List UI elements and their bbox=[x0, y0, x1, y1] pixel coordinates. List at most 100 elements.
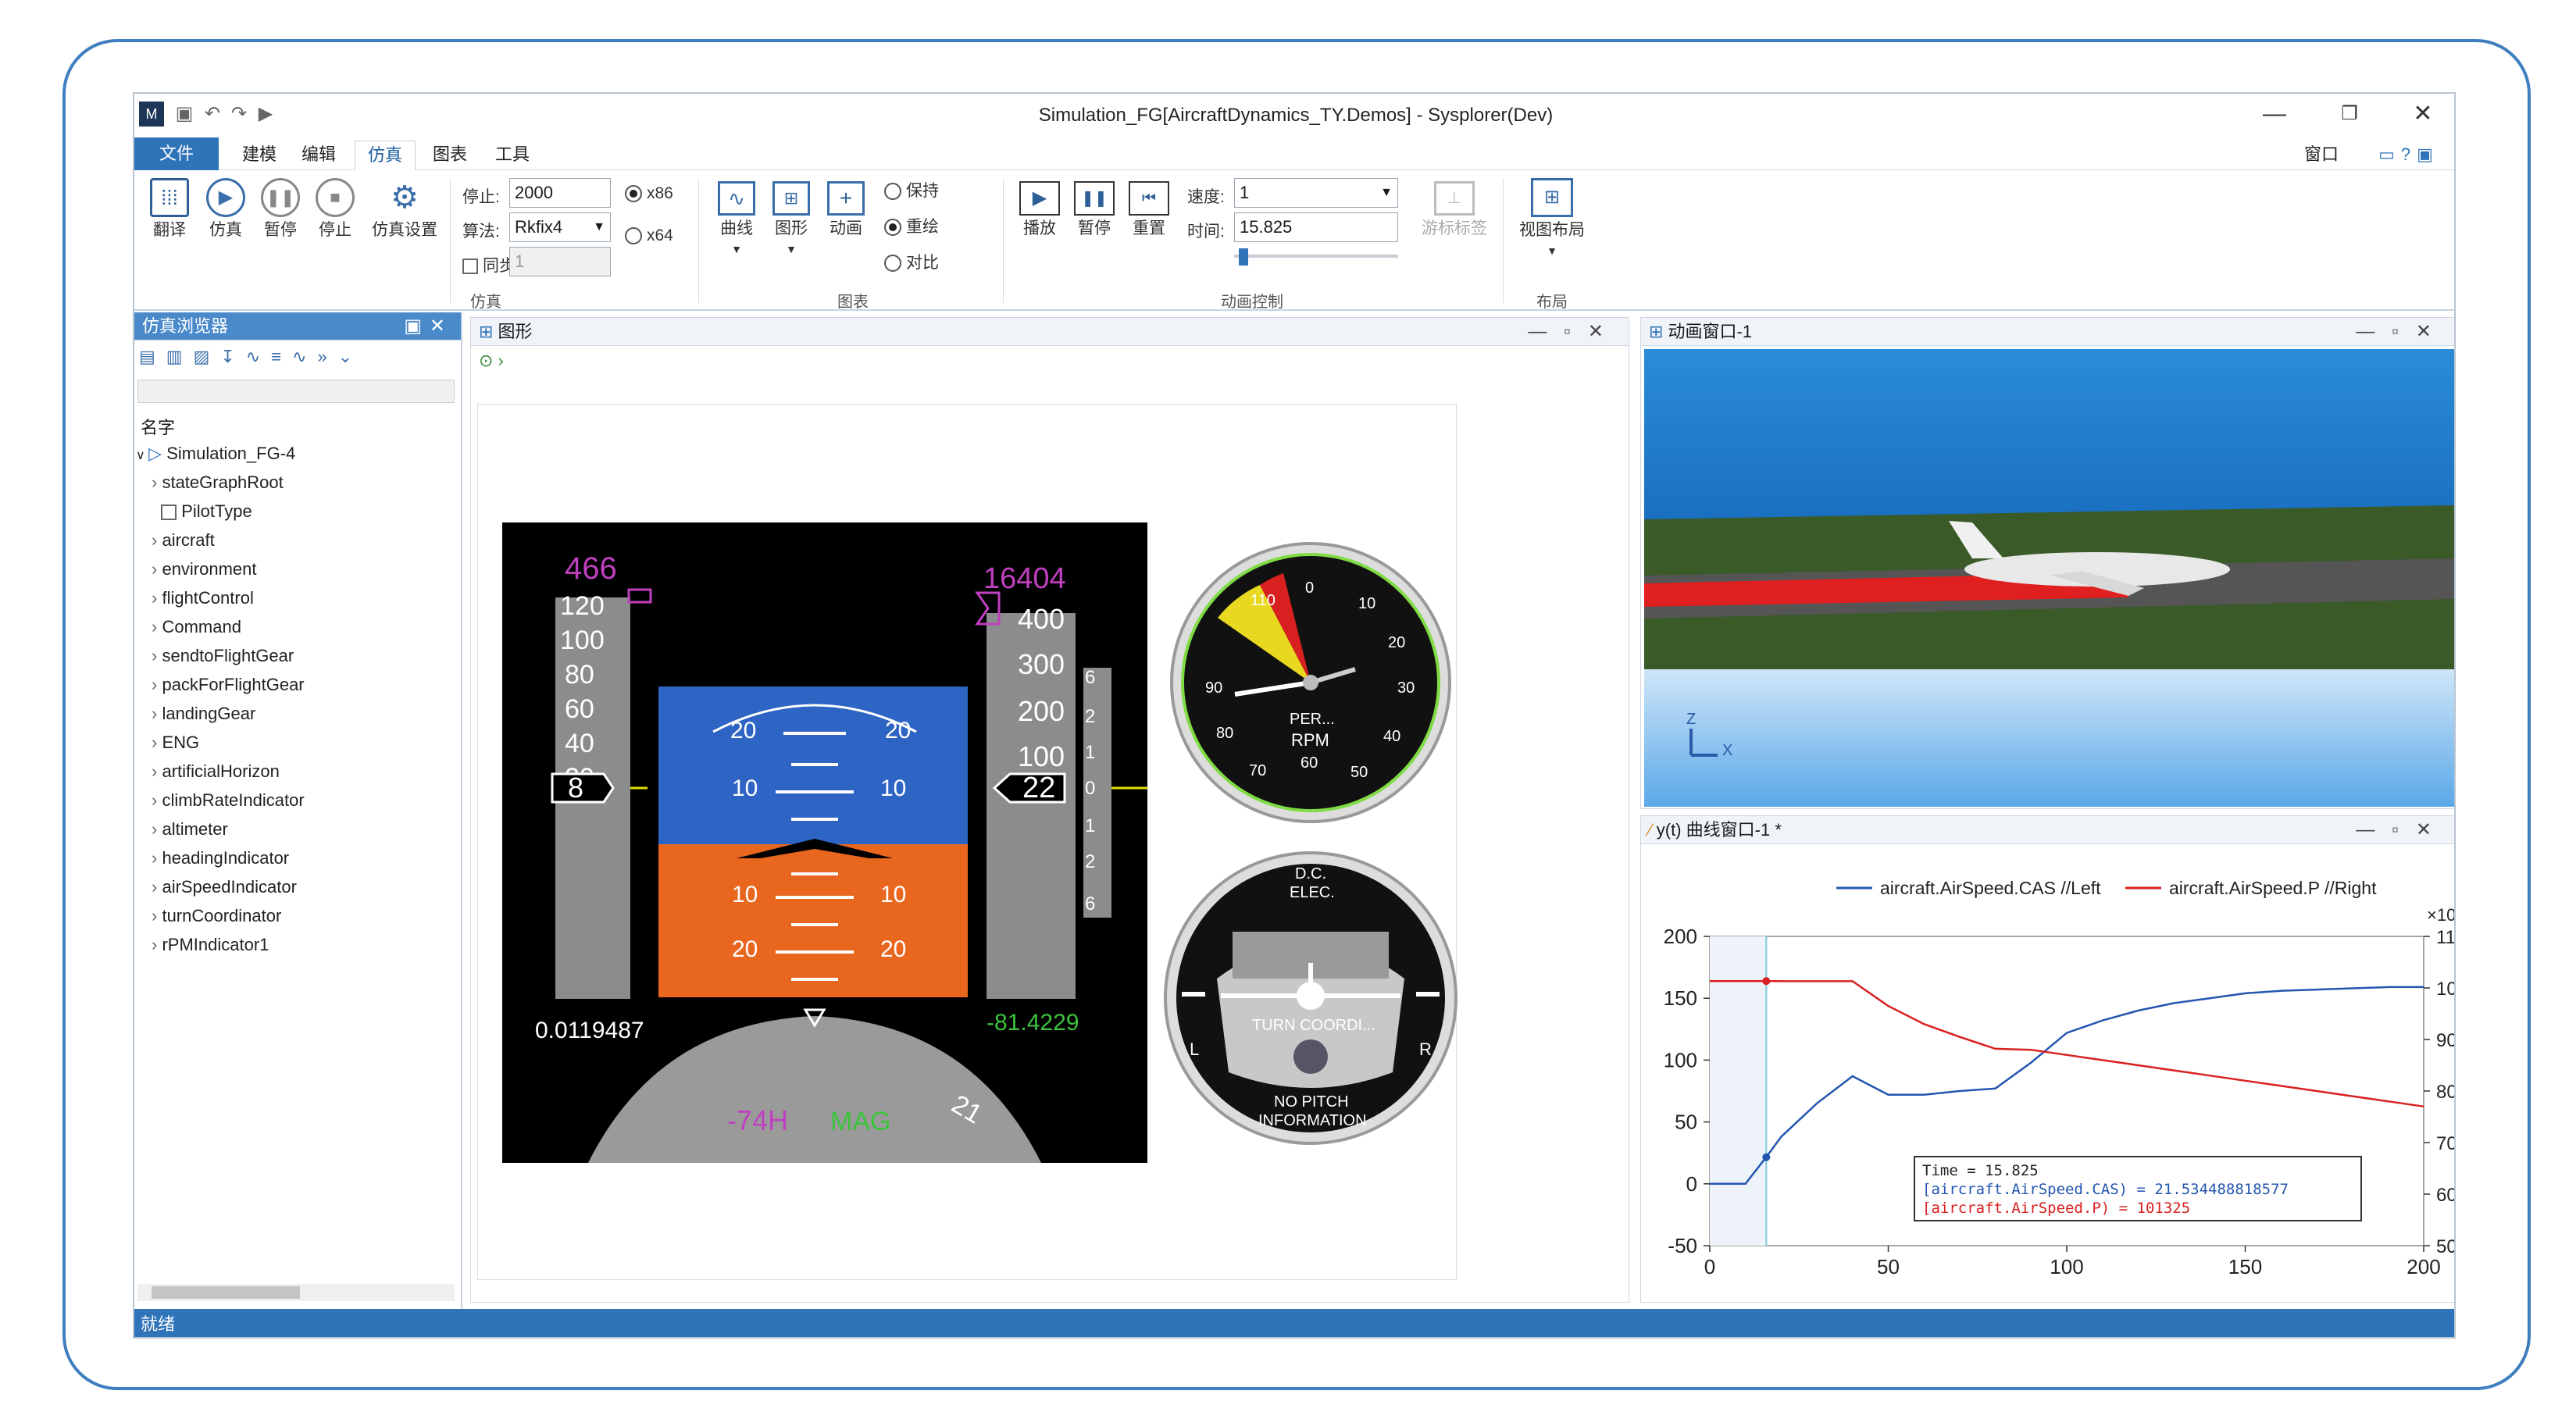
menu-edit[interactable]: 编辑 bbox=[294, 141, 344, 170]
panel-close-icon[interactable]: ▣✕ bbox=[404, 312, 453, 341]
list-item[interactable]: › ENG bbox=[152, 728, 305, 757]
heading-readout: -74H bbox=[727, 1104, 788, 1136]
x-tick-label: 150 bbox=[2228, 1255, 2262, 1278]
list-item[interactable]: › headingIndicator bbox=[152, 843, 305, 872]
view-layout-button[interactable]: ⊞ 视图布局 ▼ bbox=[1509, 178, 1595, 259]
turn-left: L bbox=[1190, 1039, 1199, 1059]
list-item[interactable]: › sendtoFlightGear bbox=[152, 641, 305, 670]
time-slider-thumb[interactable] bbox=[1239, 248, 1248, 266]
y-left-tick-label: 50 bbox=[1675, 1111, 1697, 1134]
restore-icon[interactable]: ❐ bbox=[2326, 98, 2373, 130]
menu-chart[interactable]: 图表 bbox=[425, 141, 475, 170]
y-right-tick-label: 100 bbox=[2436, 979, 2456, 1000]
list-item[interactable]: › flightControl bbox=[152, 583, 305, 612]
radio-keep[interactable]: 保持 bbox=[884, 178, 939, 201]
sync-checkbox[interactable]: 同步 bbox=[462, 253, 516, 276]
horizontal-scrollbar[interactable] bbox=[137, 1284, 455, 1301]
radio-off-icon bbox=[884, 255, 901, 273]
menu-file[interactable]: 文件 bbox=[134, 137, 219, 170]
curve-button[interactable]: ∿ 曲线 ▼ bbox=[711, 181, 762, 258]
tree-root[interactable]: ∨ ▷ Simulation_FG-4 bbox=[136, 439, 295, 468]
add-icon: ⊞ bbox=[1649, 322, 1668, 341]
graphic-panel: ⊞ 图形 —▫✕ ⊙ › 20 20 10 10 10 10 20 20 466… bbox=[470, 317, 1629, 1303]
curve-panel: ⁄ y(t) 曲线窗口-1 * —▫✕ 0 50 100 150 200 200 150 10… bbox=[1640, 815, 2456, 1303]
play-anim-button[interactable]: ▶ 播放 bbox=[1014, 181, 1065, 239]
algorithm-select[interactable]: Rkfix4 ▼ bbox=[509, 212, 611, 242]
radio-redraw[interactable]: 重绘 bbox=[884, 214, 939, 237]
simulate-button[interactable]: ▶ 仿真 bbox=[200, 178, 252, 241]
right-axis-scale: ×10³ bbox=[2427, 905, 2456, 925]
list-item[interactable]: › environment bbox=[152, 554, 305, 583]
rpm-tick: 0 bbox=[1305, 579, 1314, 597]
pause-label: 暂停 bbox=[264, 221, 297, 239]
stop-button[interactable]: ■ 停止 bbox=[309, 178, 361, 241]
animation-panel-title: 动画窗口-1 bbox=[1668, 322, 1753, 341]
list-item[interactable]: › landingGear bbox=[152, 699, 305, 728]
list-item[interactable]: › climbRateIndicator bbox=[152, 786, 305, 815]
list-item[interactable]: › altimeter bbox=[152, 815, 305, 843]
list-item[interactable]: › aircraft bbox=[152, 526, 305, 554]
animation-panel: ⊞ 动画窗口-1 —▫✕ Z X bbox=[1640, 317, 2455, 809]
close-icon[interactable]: ✕ bbox=[2399, 98, 2446, 130]
time-input[interactable]: 15.825 bbox=[1234, 212, 1398, 242]
time-slider[interactable] bbox=[1234, 255, 1398, 258]
animation-button[interactable]: + 动画 bbox=[820, 181, 872, 239]
title-bar: M ▣ ↶ ↷ ▶ Simulation_FG[AircraftDynamics… bbox=[134, 94, 2454, 137]
radio-off-icon bbox=[625, 227, 642, 245]
cursor-label-button[interactable]: ⊥ 游标标签 bbox=[1415, 181, 1493, 239]
pause-anim-label: 暂停 bbox=[1078, 219, 1111, 237]
graphic-icon: ⊞ bbox=[479, 322, 498, 341]
list-item[interactable]: › artificialHorizon bbox=[152, 757, 305, 786]
mag-label: MAG bbox=[830, 1107, 890, 1136]
menu-modeling[interactable]: 建模 bbox=[234, 141, 284, 170]
browser-toolbar[interactable]: ▤▥▨↧∿≡∿»⌄ bbox=[139, 347, 451, 373]
menu-window[interactable]: 窗口 bbox=[2290, 141, 2353, 170]
panel-window-buttons[interactable]: —▫✕ bbox=[2356, 318, 2449, 346]
cursor-label-text: 游标标签 bbox=[1422, 219, 1487, 237]
alt-tick: 300 bbox=[1018, 648, 1065, 680]
menu-tools[interactable]: 工具 bbox=[487, 141, 537, 170]
curve-panel-header: ⁄ y(t) 曲线窗口-1 * —▫✕ bbox=[1641, 816, 2454, 844]
line-chart[interactable]: 0 50 100 150 200 200 150 100 50 0 -50 110 100 90 80 70 6… bbox=[1641, 847, 2456, 1300]
pause-anim-button[interactable]: ❚❚ 暂停 bbox=[1069, 181, 1120, 239]
tooltip-line: [aircraft.AirSpeed.CAS) = 21.53448881857… bbox=[1922, 1181, 2289, 1198]
cursor-point bbox=[1762, 977, 1771, 986]
scrollbar-thumb[interactable] bbox=[152, 1286, 300, 1299]
sim-settings-button[interactable]: ⚙ 仿真设置 bbox=[366, 178, 444, 241]
reset-anim-button[interactable]: ⏮ 重置 bbox=[1123, 181, 1175, 239]
pause-button[interactable]: ❚❚ 暂停 bbox=[255, 178, 306, 241]
stop-time-input[interactable]: 2000 bbox=[509, 178, 611, 208]
radio-x86[interactable]: x86 bbox=[625, 184, 673, 203]
list-item[interactable]: › turnCoordinator bbox=[152, 901, 305, 930]
list-item[interactable]: › airSpeedIndicator bbox=[152, 872, 305, 901]
panel-window-buttons[interactable]: —▫✕ bbox=[1528, 318, 1621, 346]
simulate-label: 仿真 bbox=[209, 221, 242, 239]
list-item[interactable]: › rPMIndicator1 bbox=[152, 930, 305, 959]
graphic-play-icon[interactable]: ⊙ › bbox=[479, 351, 504, 371]
list-item[interactable]: PilotType bbox=[152, 497, 305, 526]
alt-readout: 22 bbox=[1022, 772, 1055, 804]
sync-input[interactable]: 1 bbox=[509, 247, 611, 276]
minimize-icon[interactable]: — bbox=[2251, 98, 2298, 130]
browser-search-input[interactable] bbox=[137, 380, 455, 403]
speed-bug: 466 bbox=[565, 551, 617, 586]
speed-readout: 8 bbox=[568, 772, 583, 804]
graphic-button[interactable]: ⊞ 图形 ▼ bbox=[765, 181, 817, 258]
status-bar: 就绪 bbox=[134, 1309, 2454, 1337]
translate-button[interactable]: ⁞⁞⁞ 翻译 bbox=[144, 178, 195, 241]
radio-x64[interactable]: x64 bbox=[625, 226, 673, 245]
speed-select[interactable]: 1 ▼ bbox=[1234, 178, 1398, 208]
y-right-tick-label: 60 bbox=[2436, 1185, 2456, 1206]
rpm-gauge: 0 10 20 30 40 50 70 80 90 110 PER... RPM… bbox=[1170, 542, 1451, 823]
radio-compare[interactable]: 对比 bbox=[884, 250, 939, 273]
panel-window-buttons[interactable]: —▫✕ bbox=[2356, 816, 2449, 844]
separator bbox=[1003, 178, 1004, 303]
menu-simulation[interactable]: 仿真 bbox=[355, 141, 416, 170]
animation-viewport[interactable]: Z X bbox=[1644, 349, 2455, 807]
checkbox-icon[interactable] bbox=[161, 505, 177, 521]
list-item[interactable]: › Command bbox=[152, 612, 305, 641]
list-item[interactable]: › stateGraphRoot bbox=[152, 468, 305, 497]
list-item[interactable]: › packForFlightGear bbox=[152, 670, 305, 699]
window-tools-icons[interactable]: ▭?▣ bbox=[2370, 141, 2448, 170]
pitch-label: 10 bbox=[732, 776, 758, 801]
